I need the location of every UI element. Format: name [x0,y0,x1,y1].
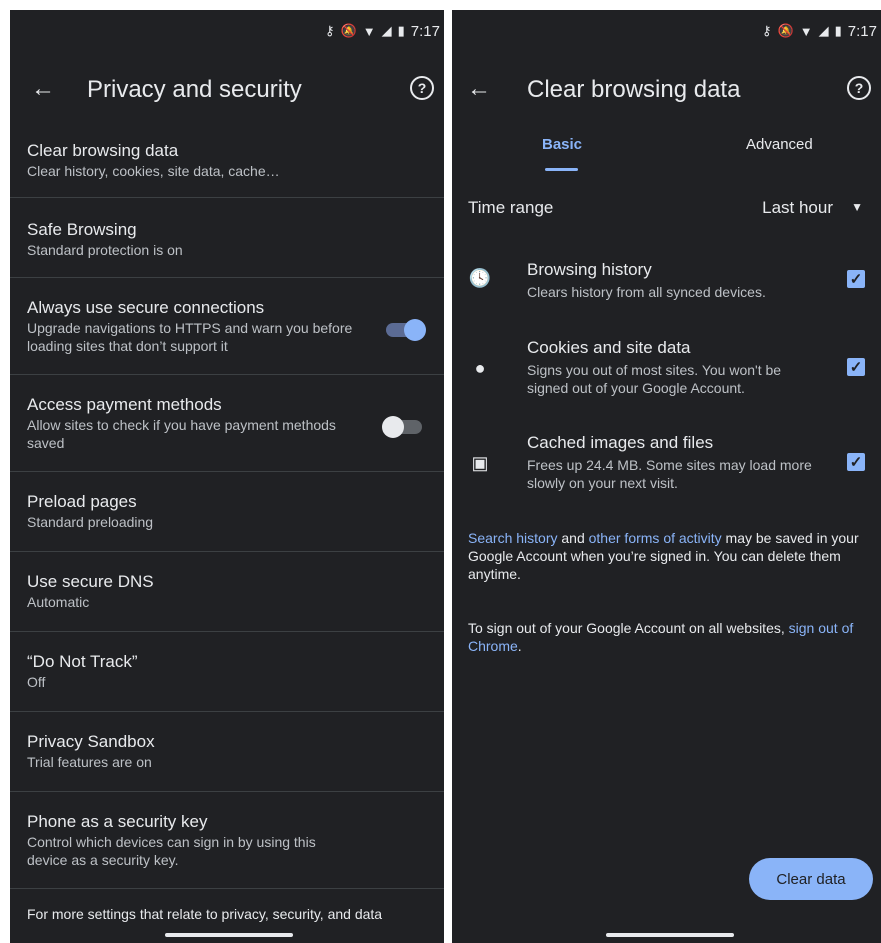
gesture-nav-bar[interactable] [606,933,734,937]
other-activity-link[interactable]: other forms of activity [589,530,722,546]
cached-images-checkbox[interactable]: ✓ [847,453,865,471]
option-title: Browsing history [527,260,652,279]
toolbar: ← Privacy and security ? [10,66,444,114]
setting-subtitle: Standard protection is on [27,242,183,258]
setting-subtitle: Allow sites to check if you have payment… [27,417,336,451]
status-time: 7:17 [847,22,877,40]
setting-subtitle: Off [27,674,46,690]
status-time: 7:17 [410,22,440,40]
option-title: Cookies and site data [527,338,691,357]
vpn-key-icon: ⚷ [325,23,335,38]
signal-icon: ◢ [381,23,392,38]
gesture-nav-bar[interactable] [165,933,293,937]
toolbar: ← Clear browsing data ? [452,66,881,114]
note-text: . [517,638,522,654]
status-bar: ⚷ 🔕 ▼ ◢ ▮ 7:17 [325,10,444,52]
setting-secure-dns[interactable]: Use secure DNS Automatic [10,552,444,632]
setting-secure-connections[interactable]: Always use secure connections Upgrade na… [10,278,444,375]
setting-title: Phone as a security key [27,812,208,831]
battery-icon: ▮ [397,23,405,38]
time-range-label: Time range [468,198,554,217]
setting-title: Preload pages [27,492,137,511]
clock-icon: 🕓 [468,267,492,288]
setting-safe-browsing[interactable]: Safe Browsing Standard protection is on [10,198,444,278]
cookies-checkbox[interactable]: ✓ [847,358,865,376]
browsing-history-checkbox[interactable]: ✓ [847,270,865,288]
tab-bar: Basic Advanced [452,128,881,178]
help-icon[interactable]: ? [847,76,871,100]
image-icon: ▣ [471,452,489,473]
setting-do-not-track[interactable]: “Do Not Track” Off [10,632,444,712]
setting-subtitle: Control which devices can sign in by usi… [27,834,316,868]
setting-title: Access payment methods [27,395,222,414]
setting-payment-methods[interactable]: Access payment methods Allow sites to ch… [10,375,444,472]
setting-title: Privacy Sandbox [27,732,155,751]
setting-title: Safe Browsing [27,220,137,239]
payment-methods-toggle[interactable] [382,416,422,438]
mute-icon: 🔕 [340,23,357,38]
signal-icon: ◢ [818,23,829,38]
settings-list: Clear browsing data Clear history, cooki… [10,132,444,889]
battery-icon: ▮ [834,23,842,38]
sign-out-note: To sign out of your Google Account on al… [468,619,867,655]
back-arrow-icon[interactable]: ← [28,74,58,104]
tab-indicator [545,168,578,171]
setting-subtitle: Trial features are on [27,754,152,770]
setting-subtitle: Automatic [27,594,90,610]
vpn-key-icon: ⚷ [762,23,772,38]
time-range-value[interactable]: Last hour [762,198,833,218]
option-subtitle: Frees up 24.4 MB. Some sites may load mo… [527,457,812,491]
secure-connections-toggle[interactable] [386,319,426,341]
wifi-icon: ▼ [799,23,813,39]
setting-title: Use secure DNS [27,572,154,591]
back-arrow-icon[interactable]: ← [464,74,494,104]
cookie-icon: ● [474,357,486,378]
setting-title: Clear browsing data [27,141,179,160]
status-bar: ⚷ 🔕 ▼ ◢ ▮ 7:17 [762,10,881,52]
option-subtitle: Clears history from all synced devices. [527,284,766,300]
tab-basic[interactable]: Basic [542,136,582,153]
setting-subtitle: Upgrade navigations to HTTPS and warn yo… [27,320,353,354]
setting-title: “Do Not Track” [27,652,138,671]
note-text: To sign out of your Google Account on al… [468,620,789,636]
tab-advanced[interactable]: Advanced [746,136,813,153]
toggle-knob [382,416,404,438]
footer-text: For more settings that relate to privacy… [27,906,383,922]
setting-preload-pages[interactable]: Preload pages Standard preloading [10,472,444,552]
toggle-knob [404,319,426,341]
option-title: Cached images and files [527,433,714,452]
note-text: and [557,530,589,546]
option-subtitle: Signs you out of most sites. You won't b… [527,362,782,396]
setting-phone-security-key[interactable]: Phone as a security key Control which de… [10,792,444,889]
privacy-security-screen: ⚷ 🔕 ▼ ◢ ▮ 7:17 ← Privacy and security ? … [10,10,444,943]
dropdown-arrow-icon[interactable]: ▼ [851,200,863,214]
setting-subtitle: Clear history, cookies, site data, cache… [27,163,280,179]
help-icon[interactable]: ? [410,76,434,100]
setting-title: Always use secure connections [27,298,265,317]
page-title: Privacy and security [87,76,302,103]
setting-privacy-sandbox[interactable]: Privacy Sandbox Trial features are on [10,712,444,792]
activity-note: Search history and other forms of activi… [468,529,867,583]
time-range-row[interactable]: Time range Last hour ▼ [468,198,863,222]
clear-data-button[interactable]: Clear data [749,858,873,900]
search-history-link[interactable]: Search history [468,530,557,546]
page-title: Clear browsing data [527,76,741,103]
clear-browsing-data-screen: ⚷ 🔕 ▼ ◢ ▮ 7:17 ← Clear browsing data ? B… [452,10,881,943]
mute-icon: 🔕 [777,23,794,38]
setting-subtitle: Standard preloading [27,514,154,530]
setting-clear-browsing-data[interactable]: Clear browsing data Clear history, cooki… [10,132,444,198]
wifi-icon: ▼ [362,23,376,39]
